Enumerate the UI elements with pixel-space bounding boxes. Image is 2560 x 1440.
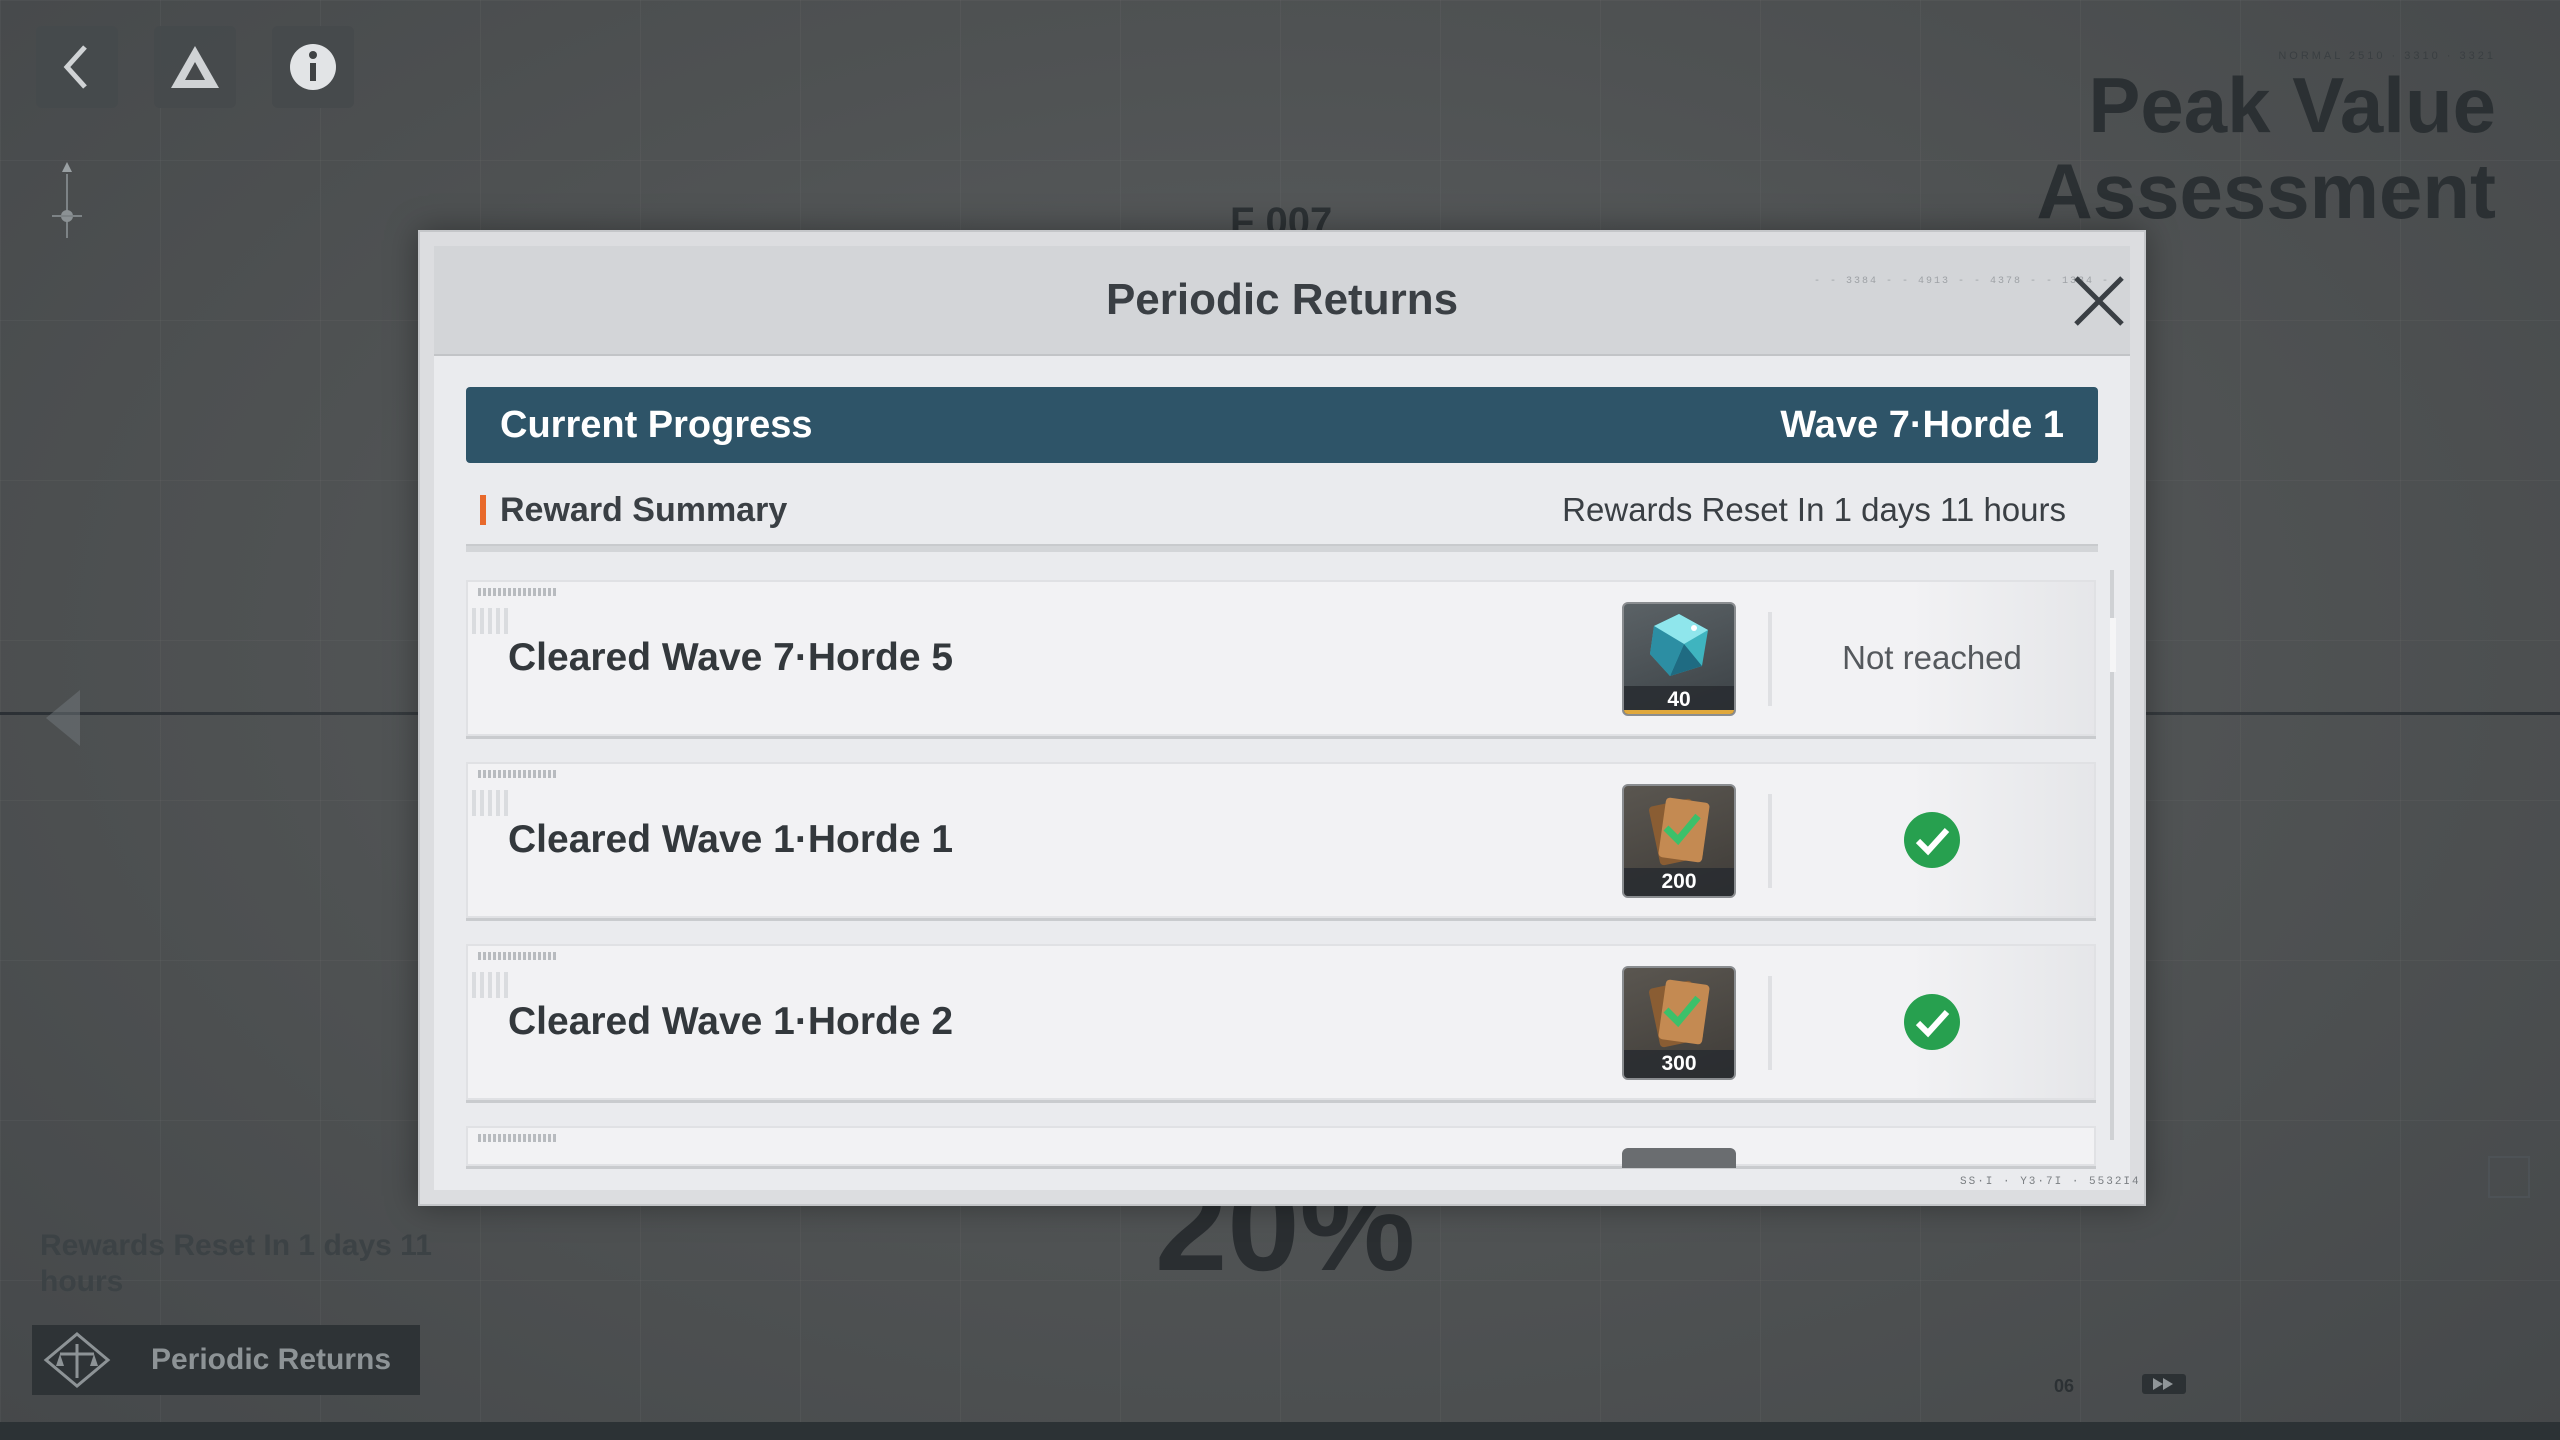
reward-row[interactable]: Cleared Wave 1·Horde 1 200 (466, 762, 2096, 918)
triangle-logo-icon (171, 46, 219, 88)
reward-status-claimed (1772, 946, 2092, 1098)
reward-row-partial[interactable] (466, 1126, 2096, 1168)
left-arrow-icon (46, 690, 80, 746)
voucher-card-icon (1648, 797, 1710, 866)
header-deco-text: - - 3384 - - 4913 - - 4378 - - 1334 - (1814, 276, 2111, 287)
modal-header: Periodic Returns - - 3384 - - 4913 - - 4… (434, 246, 2130, 356)
reward-row[interactable]: Cleared Wave 1·Horde 2 300 (466, 944, 2096, 1100)
summary-divider (466, 544, 2098, 552)
reward-item-partial (1622, 1148, 1736, 1168)
close-button[interactable] (2069, 271, 2129, 331)
periodic-returns-label: Periodic Returns (150, 1343, 392, 1376)
page-title: Peak Value Assessment (2036, 61, 2496, 235)
row-deco-stripes (472, 972, 508, 998)
voucher-card-icon (1648, 979, 1710, 1048)
accent-bar (480, 495, 486, 525)
rarity-stripe (1624, 710, 1734, 714)
fast-forward-icon (2153, 1378, 2173, 1390)
page-number: 06 (2054, 1376, 2075, 1396)
check-circle-icon (1904, 994, 1960, 1050)
footer-deco-text: SS·I · Y3·7I · 5532I4 (1960, 1176, 2141, 1188)
row-deco-stripes (472, 790, 508, 816)
modal-title: Periodic Returns (1105, 275, 1459, 324)
reward-row[interactable]: Cleared Wave 7·Horde 5 40 Not reached (466, 580, 2096, 736)
rewards-reset-text: Rewards Reset In 1 days 11 hours (1562, 491, 2066, 528)
compass-icon (52, 162, 82, 238)
reward-item-count: 300 (1624, 1050, 1734, 1078)
scales-emblem-icon (32, 1325, 122, 1395)
info-button[interactable] (272, 26, 354, 108)
fast-forward-button[interactable] (2142, 1374, 2186, 1394)
reward-item-crystal[interactable]: 40 (1622, 602, 1736, 716)
reward-row-label: Cleared Wave 1·Horde 2 (508, 1000, 954, 1043)
reward-list[interactable]: Cleared Wave 7·Horde 5 40 Not reached Cl (466, 580, 2102, 1204)
info-icon (290, 44, 336, 90)
reward-item-voucher[interactable]: 200 (1622, 784, 1736, 898)
back-button[interactable] (36, 26, 118, 108)
current-progress-bar: Current Progress Wave 7·Horde 1 (466, 387, 2098, 463)
current-progress-label: Current Progress (500, 403, 813, 446)
scrollbar-thumb[interactable] (2110, 618, 2116, 672)
reward-status-not-reached: Not reached (1842, 639, 2022, 676)
logo-button[interactable] (154, 26, 236, 108)
reward-status-claimed (1772, 764, 2092, 916)
reward-item-count: 200 (1624, 868, 1734, 896)
bottom-bar (0, 1422, 2560, 1440)
row-deco-stripes (472, 608, 508, 634)
background-reset-text: Rewards Reset In 1 days 11 hours (40, 1229, 432, 1298)
reward-row-label: Cleared Wave 1·Horde 1 (508, 818, 954, 861)
close-icon (2074, 276, 2124, 326)
reward-summary-title: Reward Summary (500, 490, 788, 529)
check-circle-icon (1904, 812, 1960, 868)
periodic-returns-button[interactable]: Periodic Returns (32, 1325, 420, 1395)
reward-row-label: Cleared Wave 7·Horde 5 (508, 636, 954, 679)
crystal-icon (1650, 614, 1708, 676)
chevron-left-icon (63, 45, 87, 89)
background-frame-box (2488, 1156, 2530, 1198)
row-deco-tag (478, 1134, 558, 1142)
reward-item-voucher[interactable]: 300 (1622, 966, 1736, 1080)
current-progress-value: Wave 7·Horde 1 (1780, 403, 2064, 446)
periodic-returns-modal: Periodic Returns - - 3384 - - 4913 - - 4… (418, 230, 2146, 1206)
reward-summary-header: Reward Summary Rewards Reset In 1 days 1… (466, 482, 2098, 538)
